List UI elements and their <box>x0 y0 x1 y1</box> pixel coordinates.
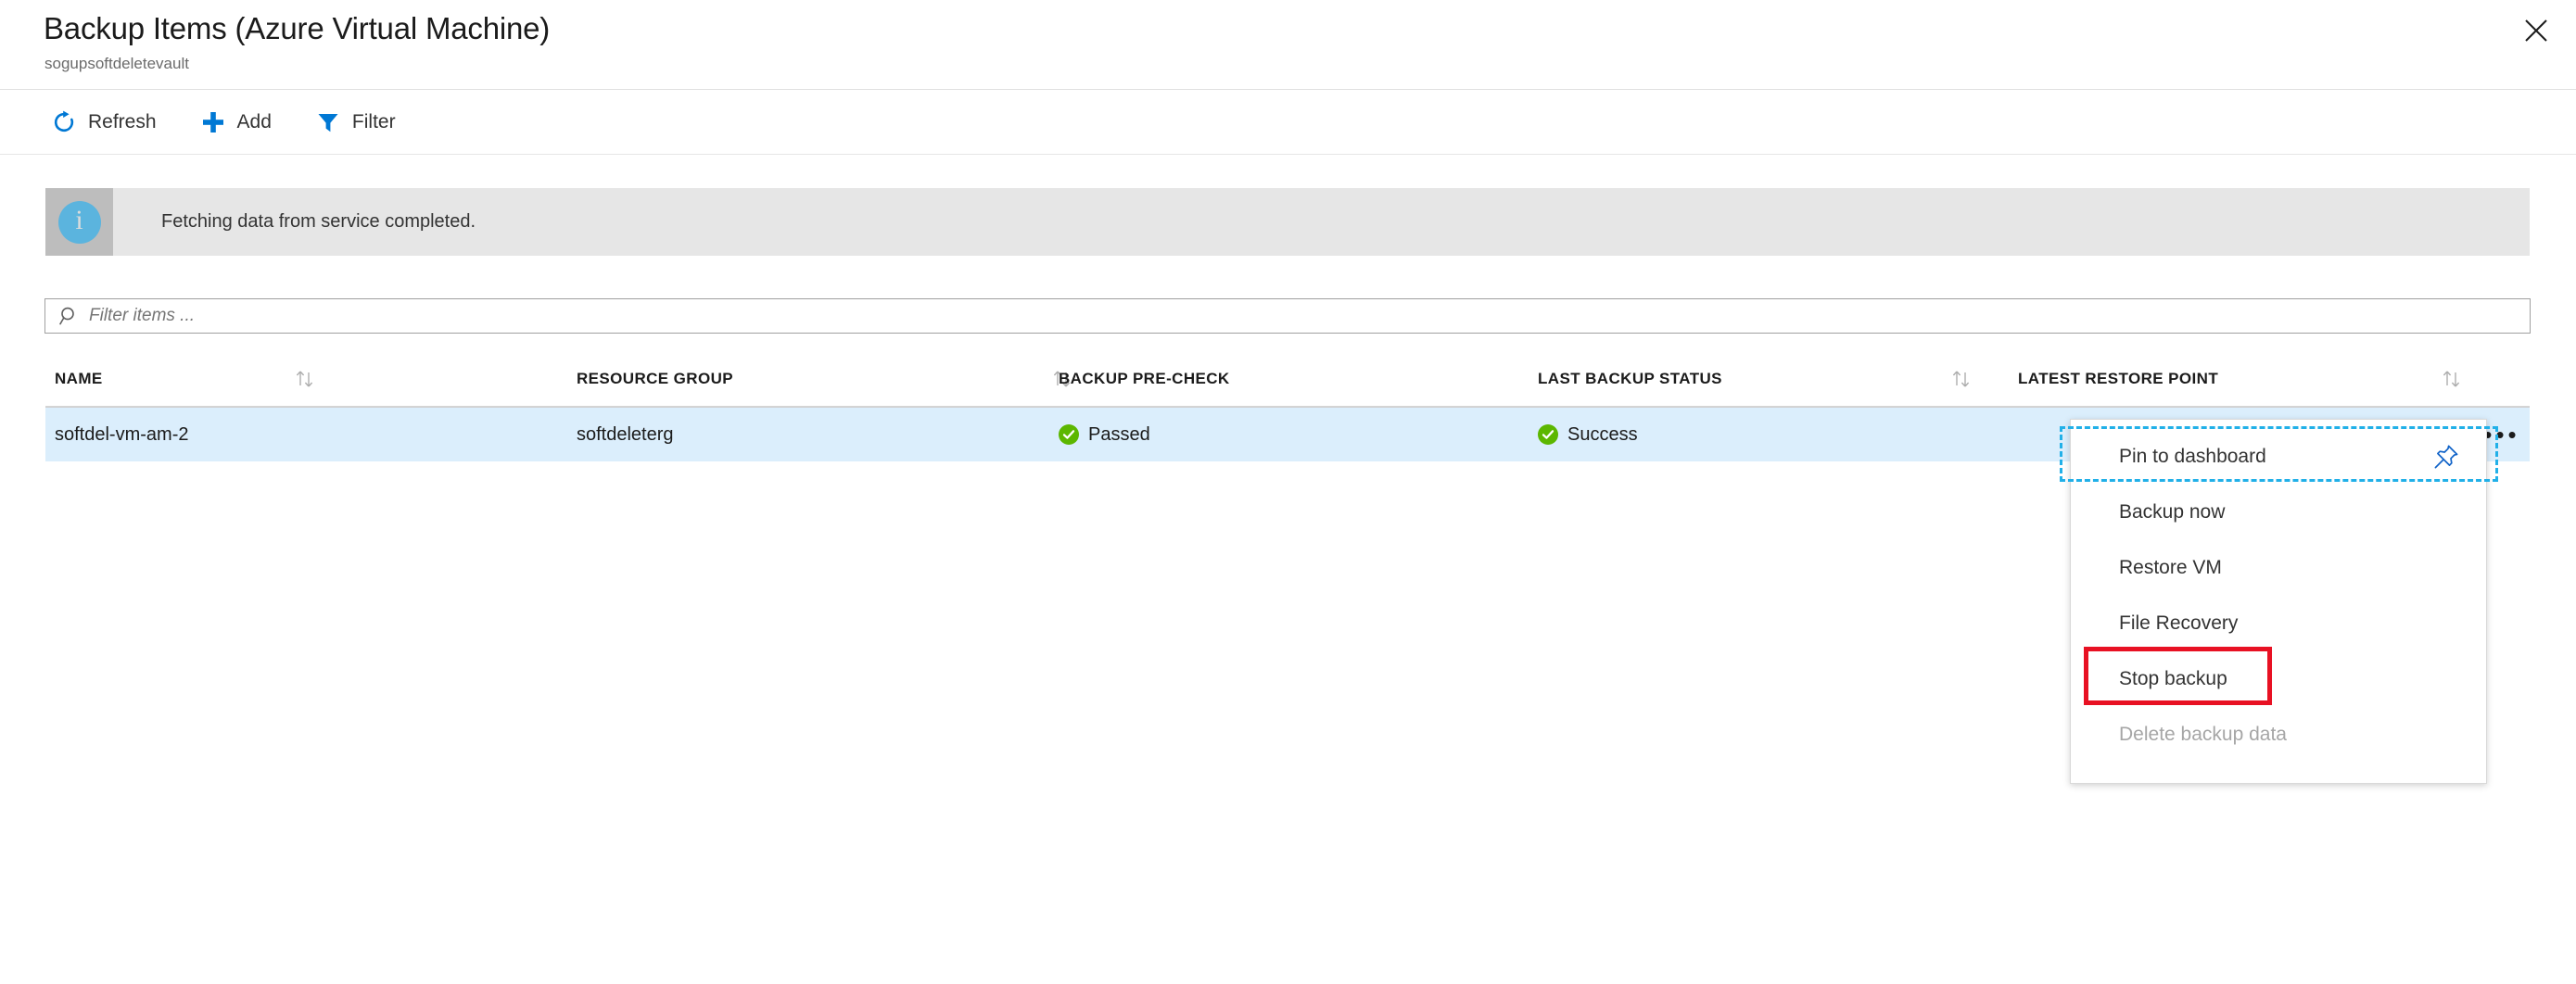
filter-label: Filter <box>352 111 396 133</box>
column-header-resource-group[interactable]: Resource group <box>577 352 733 406</box>
row-context-menu: Pin to dashboard Backup now Restore VM F… <box>2070 419 2487 784</box>
column-header-latest-restore-point[interactable]: Latest restore point <box>2018 352 2218 406</box>
context-menu-item-backup-now[interactable]: Backup now <box>2071 485 2486 540</box>
column-header-backup-pre-check[interactable]: Backup pre-check <box>1059 352 1230 406</box>
filter-items-box[interactable] <box>44 298 2531 334</box>
add-label: Add <box>237 111 272 133</box>
refresh-label: Refresh <box>88 111 157 133</box>
cell-name: softdel-vm-am-2 <box>55 408 188 461</box>
close-icon <box>2524 19 2548 43</box>
pin-icon <box>2432 443 2460 471</box>
column-header-name[interactable]: Name <box>55 352 103 406</box>
filter-funnel-icon <box>314 108 342 136</box>
search-icon <box>58 305 81 327</box>
info-icon: i <box>58 201 101 244</box>
context-menu-item-file-recovery[interactable]: File Recovery <box>2071 596 2486 651</box>
blade-header: Backup Items (Azure Virtual Machine) sog… <box>0 0 2576 90</box>
context-menu-item-stop-backup-label: Stop backup <box>2119 668 2227 690</box>
notification-banner: i Fetching data from service completed. <box>45 188 2530 256</box>
notification-icon-container: i <box>45 188 113 256</box>
cell-name-text: softdel-vm-am-2 <box>55 424 188 446</box>
cell-last-backup-status-text: Success <box>1567 424 1638 446</box>
sort-toggle-name[interactable] <box>294 352 318 406</box>
close-blade-button[interactable] <box>2511 7 2561 54</box>
column-header-last-backup-status-label: Last backup status <box>1538 370 1722 388</box>
context-menu-item-backup-now-label: Backup now <box>2119 501 2225 524</box>
cell-resource-group-text: softdeleterg <box>577 424 674 446</box>
page-title: Backup Items (Azure Virtual Machine) <box>44 11 550 46</box>
filter-button[interactable]: Filter <box>299 100 411 145</box>
command-bar: Refresh Add Filter <box>0 90 2576 155</box>
context-menu-item-stop-backup[interactable]: Stop backup <box>2071 651 2486 707</box>
success-check-icon <box>1538 424 1558 445</box>
cell-backup-pre-check-text: Passed <box>1088 424 1150 446</box>
notification-text: Fetching data from service completed. <box>161 211 476 233</box>
cell-backup-pre-check: Passed <box>1059 408 1150 461</box>
cell-resource-group: softdeleterg <box>577 408 674 461</box>
column-header-name-label: Name <box>55 370 103 388</box>
refresh-button[interactable]: Refresh <box>35 100 171 145</box>
context-menu-item-pin-to-dashboard-label: Pin to dashboard <box>2119 446 2266 468</box>
context-menu-item-restore-vm[interactable]: Restore VM <box>2071 540 2486 596</box>
add-icon <box>199 108 227 136</box>
sort-toggle-latest-restore-point[interactable] <box>2441 352 2465 406</box>
context-menu-item-delete-backup-data: Delete backup data <box>2071 707 2486 763</box>
page-subtitle: sogupsoftdeletevault <box>44 55 189 73</box>
context-menu-item-pin-to-dashboard[interactable]: Pin to dashboard <box>2071 429 2486 485</box>
context-menu-item-delete-backup-data-label: Delete backup data <box>2119 724 2287 746</box>
context-menu-item-file-recovery-label: File Recovery <box>2119 612 2238 635</box>
column-header-resource-group-label: Resource group <box>577 370 733 388</box>
ellipsis-icon: ••• <box>2483 430 2519 439</box>
cell-last-backup-status: Success <box>1538 408 1638 461</box>
column-header-backup-pre-check-label: Backup pre-check <box>1059 370 1230 388</box>
context-menu-item-restore-vm-label: Restore VM <box>2119 557 2222 579</box>
sort-toggle-last-backup-status[interactable] <box>1950 352 1974 406</box>
search-input[interactable] <box>89 306 645 326</box>
info-glyph: i <box>75 207 82 234</box>
add-button[interactable]: Add <box>184 100 286 145</box>
column-header-latest-restore-point-label: Latest restore point <box>2018 370 2218 388</box>
grid-header-row: Name Resource group Backup pre-check Las… <box>45 352 2530 407</box>
column-header-last-backup-status[interactable]: Last backup status <box>1538 352 1722 406</box>
success-check-icon <box>1059 424 1079 445</box>
refresh-icon <box>50 108 78 136</box>
